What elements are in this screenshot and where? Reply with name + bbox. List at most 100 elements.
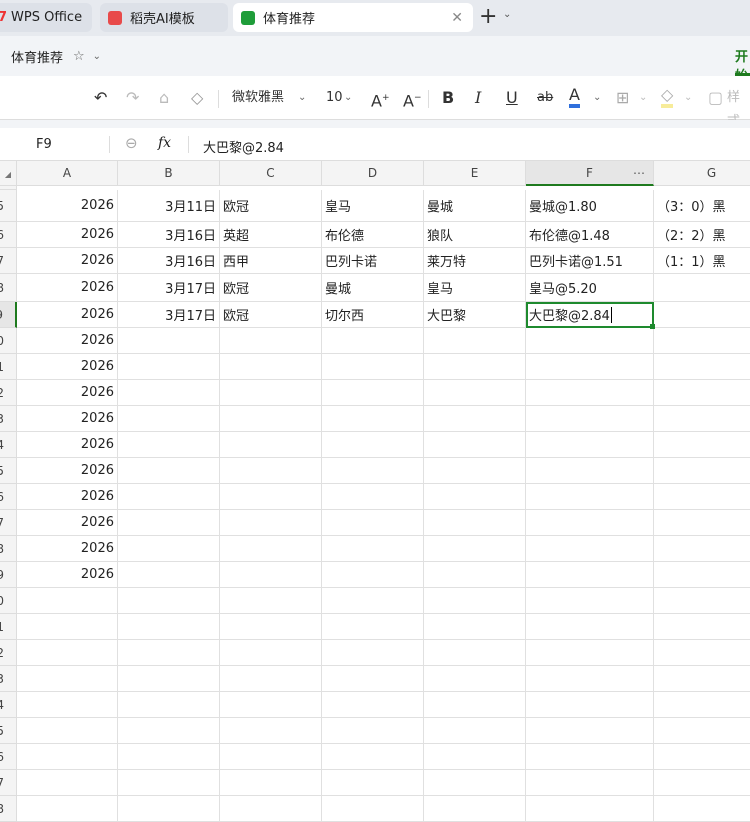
cell-c21[interactable] bbox=[220, 614, 322, 640]
cell-g22[interactable] bbox=[654, 640, 750, 666]
cell-e20[interactable] bbox=[424, 588, 526, 614]
row-header[interactable]: 7 bbox=[0, 248, 17, 274]
row-header[interactable]: 23 bbox=[0, 666, 17, 692]
cell-c16[interactable] bbox=[220, 484, 322, 510]
cell-f25[interactable] bbox=[526, 718, 654, 744]
chevron-down-icon[interactable]: ⌄ bbox=[344, 86, 352, 110]
cell-g21[interactable] bbox=[654, 614, 750, 640]
cell-c10[interactable] bbox=[220, 328, 322, 354]
row-header[interactable]: 12 bbox=[0, 380, 17, 406]
underline-button[interactable]: U bbox=[506, 86, 518, 110]
cell-a17[interactable]: 2026 bbox=[17, 510, 118, 536]
cell-e5[interactable]: 曼城 bbox=[424, 190, 526, 222]
row-header[interactable]: 22 bbox=[0, 640, 17, 666]
cell-f20[interactable] bbox=[526, 588, 654, 614]
cell-e28[interactable] bbox=[424, 796, 526, 822]
cell-f10[interactable] bbox=[526, 328, 654, 354]
cell-g28[interactable] bbox=[654, 796, 750, 822]
cell-e25[interactable] bbox=[424, 718, 526, 744]
tab-docer[interactable]: 稻壳AI模板 bbox=[100, 3, 228, 32]
row-header[interactable]: 24 bbox=[0, 692, 17, 718]
cell-a9[interactable]: 2026 bbox=[17, 302, 118, 328]
cell-b26[interactable] bbox=[118, 744, 220, 770]
cell-g24[interactable] bbox=[654, 692, 750, 718]
cell-f14[interactable] bbox=[526, 432, 654, 458]
cell-a11[interactable]: 2026 bbox=[17, 354, 118, 380]
cell-f21[interactable] bbox=[526, 614, 654, 640]
cell-b25[interactable] bbox=[118, 718, 220, 744]
row-header[interactable]: 9 bbox=[0, 302, 17, 328]
tab-sports[interactable]: 体育推荐 ✕ bbox=[233, 3, 473, 32]
cell-f16[interactable] bbox=[526, 484, 654, 510]
cell-c26[interactable] bbox=[220, 744, 322, 770]
cell-f5[interactable]: 曼城@1.80 bbox=[526, 190, 654, 222]
cell-g27[interactable] bbox=[654, 770, 750, 796]
row-header[interactable]: 26 bbox=[0, 744, 17, 770]
cell-d23[interactable] bbox=[322, 666, 424, 692]
cell-e18[interactable] bbox=[424, 536, 526, 562]
cell-c14[interactable] bbox=[220, 432, 322, 458]
cell-b20[interactable] bbox=[118, 588, 220, 614]
font-name-select[interactable]: 微软雅黑 bbox=[232, 86, 284, 110]
cell-d20[interactable] bbox=[322, 588, 424, 614]
cell-c23[interactable] bbox=[220, 666, 322, 692]
cell-d6[interactable]: 布伦德 bbox=[322, 222, 424, 248]
cell-c22[interactable] bbox=[220, 640, 322, 666]
cell-a16[interactable]: 2026 bbox=[17, 484, 118, 510]
cell-e10[interactable] bbox=[424, 328, 526, 354]
cell-e27[interactable] bbox=[424, 770, 526, 796]
row-header[interactable]: 27 bbox=[0, 770, 17, 796]
row-header[interactable]: 20 bbox=[0, 588, 17, 614]
column-header-a[interactable]: A bbox=[17, 161, 118, 186]
cell-g12[interactable] bbox=[654, 380, 750, 406]
cell-b8[interactable]: 3月17日 bbox=[118, 274, 220, 302]
cell-g15[interactable] bbox=[654, 458, 750, 484]
cell-f8[interactable]: 皇马@5.20 bbox=[526, 274, 654, 302]
cell-e26[interactable] bbox=[424, 744, 526, 770]
cell-d27[interactable] bbox=[322, 770, 424, 796]
cell-f18[interactable] bbox=[526, 536, 654, 562]
cell-c18[interactable] bbox=[220, 536, 322, 562]
cell-f27[interactable] bbox=[526, 770, 654, 796]
cell-a23[interactable] bbox=[17, 666, 118, 692]
cell-d24[interactable] bbox=[322, 692, 424, 718]
cell-a15[interactable]: 2026 bbox=[17, 458, 118, 484]
cell-e24[interactable] bbox=[424, 692, 526, 718]
cell-f26[interactable] bbox=[526, 744, 654, 770]
chevron-down-icon[interactable]: ⌄ bbox=[298, 86, 306, 110]
cell-b17[interactable] bbox=[118, 510, 220, 536]
cell-d16[interactable] bbox=[322, 484, 424, 510]
cell-e16[interactable] bbox=[424, 484, 526, 510]
cell-g10[interactable] bbox=[654, 328, 750, 354]
cell-d18[interactable] bbox=[322, 536, 424, 562]
cell-d28[interactable] bbox=[322, 796, 424, 822]
cell-c24[interactable] bbox=[220, 692, 322, 718]
cell-f23[interactable] bbox=[526, 666, 654, 692]
document-title[interactable]: 体育推荐 bbox=[11, 47, 63, 66]
chevron-down-icon[interactable]: ⌄ bbox=[639, 86, 647, 110]
cell-d25[interactable] bbox=[322, 718, 424, 744]
cell-b22[interactable] bbox=[118, 640, 220, 666]
cell-d7[interactable]: 巴列卡诺 bbox=[322, 248, 424, 274]
eraser-icon[interactable]: ◇ bbox=[191, 86, 203, 110]
row-header[interactable]: 15 bbox=[0, 458, 17, 484]
name-box[interactable]: F9 bbox=[36, 137, 52, 152]
cell-a24[interactable] bbox=[17, 692, 118, 718]
row-header[interactable]: 25 bbox=[0, 718, 17, 744]
row-header[interactable]: 16 bbox=[0, 484, 17, 510]
cell-f6[interactable]: 布伦德@1.48 bbox=[526, 222, 654, 248]
undo-icon[interactable]: ↶ bbox=[94, 86, 107, 110]
cell-b6[interactable]: 3月16日 bbox=[118, 222, 220, 248]
formula-input[interactable]: 大巴黎@2.84 bbox=[203, 137, 284, 156]
cell-a25[interactable] bbox=[17, 718, 118, 744]
chevron-down-icon[interactable]: ⌄ bbox=[503, 9, 511, 20]
font-color-button[interactable]: A bbox=[569, 86, 580, 108]
cell-b16[interactable] bbox=[118, 484, 220, 510]
cell-c25[interactable] bbox=[220, 718, 322, 744]
row-header[interactable]: 21 bbox=[0, 614, 17, 640]
border-icon[interactable]: ⊞ bbox=[616, 86, 629, 110]
cell-g11[interactable] bbox=[654, 354, 750, 380]
cell-d14[interactable] bbox=[322, 432, 424, 458]
cell-g16[interactable] bbox=[654, 484, 750, 510]
row-header[interactable]: 6 bbox=[0, 222, 17, 248]
